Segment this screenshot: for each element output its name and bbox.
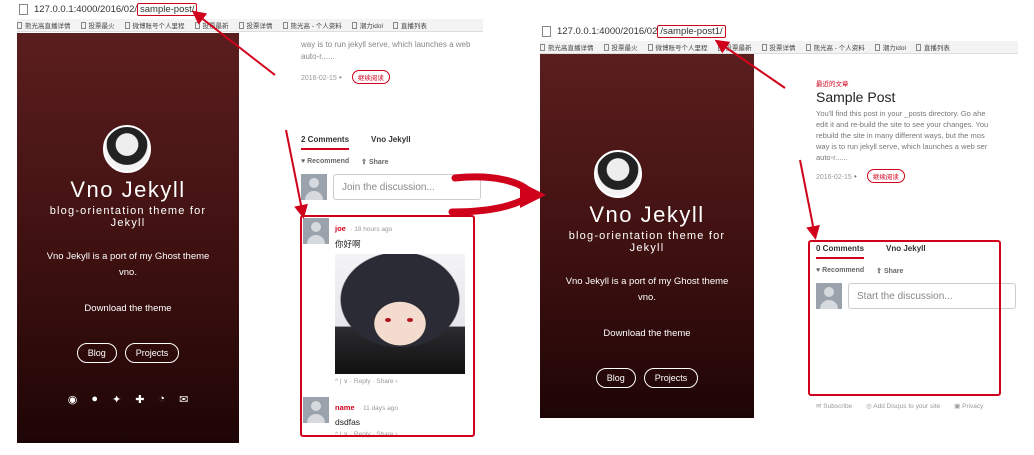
bookmark-icon	[603, 43, 609, 51]
address-bar[interactable]: 127.0.0.1:4000/2016/02/sample-post1/	[540, 22, 1018, 41]
blog-button[interactable]: Blog	[595, 368, 636, 388]
left-screenshot: 127.0.0.1:4000/2016/02/sample-post/ 熊光高直…	[17, 0, 483, 443]
page-icon	[19, 4, 28, 15]
blog-sidebar: Vno Jekyll blog-orientation theme for Jek…	[17, 33, 239, 443]
highlight-box	[300, 215, 475, 437]
user-avatar	[301, 174, 327, 200]
url-prefix: 127.0.0.1:4000/2016/02	[557, 26, 658, 37]
lock-icon: ▣	[954, 403, 961, 410]
tab-comments[interactable]: 2 Comments	[301, 135, 350, 150]
bookmark[interactable]: 直播列表	[392, 20, 427, 30]
post-title[interactable]: Sample Post	[816, 89, 1016, 105]
blog-description: Vno Jekyll is a port of my Ghost theme vn…	[565, 276, 729, 303]
blog-description: Vno Jekyll is a port of my Ghost theme vn…	[46, 251, 210, 278]
bookmark[interactable]: 投票最新	[717, 42, 752, 52]
url-highlight: sample-post/	[137, 3, 198, 16]
bookmark[interactable]: 投票最火	[603, 42, 638, 52]
subscribe-link[interactable]: ✉ Subscribe	[816, 402, 852, 410]
google-plus-icon[interactable]: ✚	[135, 393, 144, 406]
recent-post: 最近的文章 Sample Post You'll find this post …	[816, 78, 1016, 183]
bookmark-icon	[80, 21, 86, 29]
tab-site[interactable]: Vno Jekyll	[371, 135, 411, 150]
avatar	[594, 150, 642, 198]
address-bar[interactable]: 127.0.0.1:4000/2016/02/sample-post/	[17, 0, 483, 19]
rss-icon[interactable]: ◔	[158, 393, 165, 406]
bookmark-icon	[805, 43, 811, 51]
avatar	[103, 125, 151, 173]
read-more-button[interactable]: 继续阅读	[866, 169, 905, 183]
blog-sidebar: Vno Jekyll blog-orientation theme for Jek…	[540, 54, 754, 418]
github-icon[interactable]: ●	[91, 393, 98, 406]
heart-icon: ♥	[301, 158, 306, 165]
bookmark[interactable]: 投票最火	[80, 20, 115, 30]
bookmark[interactable]: 微博账号个人里程	[647, 42, 708, 52]
bookmark-icon	[124, 21, 130, 29]
bookmark[interactable]: 潮力idol	[874, 42, 906, 52]
url-prefix: 127.0.0.1:4000/2016/02/	[34, 4, 138, 15]
bookmark[interactable]: 投票最新	[194, 20, 229, 30]
disqus-icon: ◎	[866, 403, 872, 410]
add-disqus-link[interactable]: ◎ Add Disqus to your site	[866, 402, 940, 410]
bookmark-icon	[17, 21, 22, 29]
twitter-icon[interactable]: ✦	[112, 393, 121, 406]
projects-button[interactable]: Projects	[124, 343, 180, 363]
bookmark-icon	[282, 21, 288, 29]
bookmarks-bar: 熊光高直播详情 投票最火 微博账号个人里程 投票最新 投票详情 熊光高 - 个人…	[17, 19, 483, 32]
disqus-footer: ✉ Subscribe ◎ Add Disqus to your site ▣ …	[816, 402, 983, 410]
disqus-thread: 2 Comments Vno Jekyll ♥ Recommend ⇪ Shar…	[301, 135, 481, 200]
highlight-box	[808, 240, 1001, 396]
bookmark[interactable]: 投票详情	[761, 42, 796, 52]
bookmark-icon	[717, 43, 723, 51]
projects-button[interactable]: Projects	[643, 368, 699, 388]
bookmark[interactable]: 微博账号个人里程	[124, 20, 185, 30]
comment-input[interactable]: Join the discussion...	[333, 174, 481, 200]
bookmark-icon	[647, 43, 653, 51]
bookmark-icon	[392, 21, 398, 29]
weibo-icon[interactable]: ◉	[68, 393, 78, 406]
bookmark-icon	[761, 43, 767, 51]
bookmarks-bar: 熊光高直播详情 投票最火 微博账号个人里程 投票最新 投票详情 熊光高 - 个人…	[540, 41, 1018, 54]
bookmark-icon	[238, 21, 244, 29]
read-more-button[interactable]: 继续阅读	[351, 70, 390, 84]
url-highlight: /sample-post1/	[657, 25, 726, 38]
post-excerpt: You'll find this post in your _posts dir…	[816, 109, 989, 162]
blog-button[interactable]: Blog	[76, 343, 117, 363]
mail-icon: ✉	[816, 403, 822, 410]
bookmark[interactable]: 熊光高 - 个人资料	[805, 42, 865, 52]
privacy-link[interactable]: ▣ Privacy	[954, 402, 983, 410]
share-icon: ⇪	[361, 159, 367, 166]
bookmark[interactable]: 熊光高直播详情	[17, 20, 71, 30]
blog-subtitle: blog-orientation theme for Jekyll	[49, 205, 207, 229]
share-button[interactable]: ⇪ Share	[361, 158, 388, 166]
bookmark[interactable]: 熊光高直播详情	[540, 42, 594, 52]
blog-subtitle: blog-orientation theme for Jekyll	[568, 230, 726, 254]
download-theme-link[interactable]: Download the theme	[540, 328, 754, 339]
bookmark-icon	[915, 43, 921, 51]
bookmark-icon	[194, 21, 200, 29]
post-excerpt: way is to run jekyll serve, which launch…	[301, 40, 471, 84]
download-theme-link[interactable]: Download the theme	[17, 303, 239, 314]
bookmark[interactable]: 熊光高 - 个人资料	[282, 20, 342, 30]
social-links: ◉ ● ✦ ✚ ◔ ✉	[17, 393, 239, 406]
post-date: 2016-02-15	[301, 75, 337, 82]
recent-label: 最近的文章	[816, 81, 849, 88]
page-icon	[542, 26, 551, 37]
bookmark-icon	[351, 21, 357, 29]
bookmark-icon	[540, 43, 545, 51]
blog-title: Vno Jekyll	[589, 202, 705, 227]
bookmark[interactable]: 直播列表	[915, 42, 950, 52]
blog-title: Vno Jekyll	[70, 177, 186, 202]
bookmark[interactable]: 投票详情	[238, 20, 273, 30]
post-date: 2016-02-15	[816, 174, 852, 181]
recommend-button[interactable]: ♥ Recommend	[301, 158, 349, 166]
right-screenshot: 127.0.0.1:4000/2016/02/sample-post1/ 熊光高…	[540, 22, 1018, 424]
mail-icon[interactable]: ✉	[179, 393, 188, 406]
bookmark[interactable]: 潮力idol	[351, 20, 383, 30]
bookmark-icon	[874, 43, 880, 51]
